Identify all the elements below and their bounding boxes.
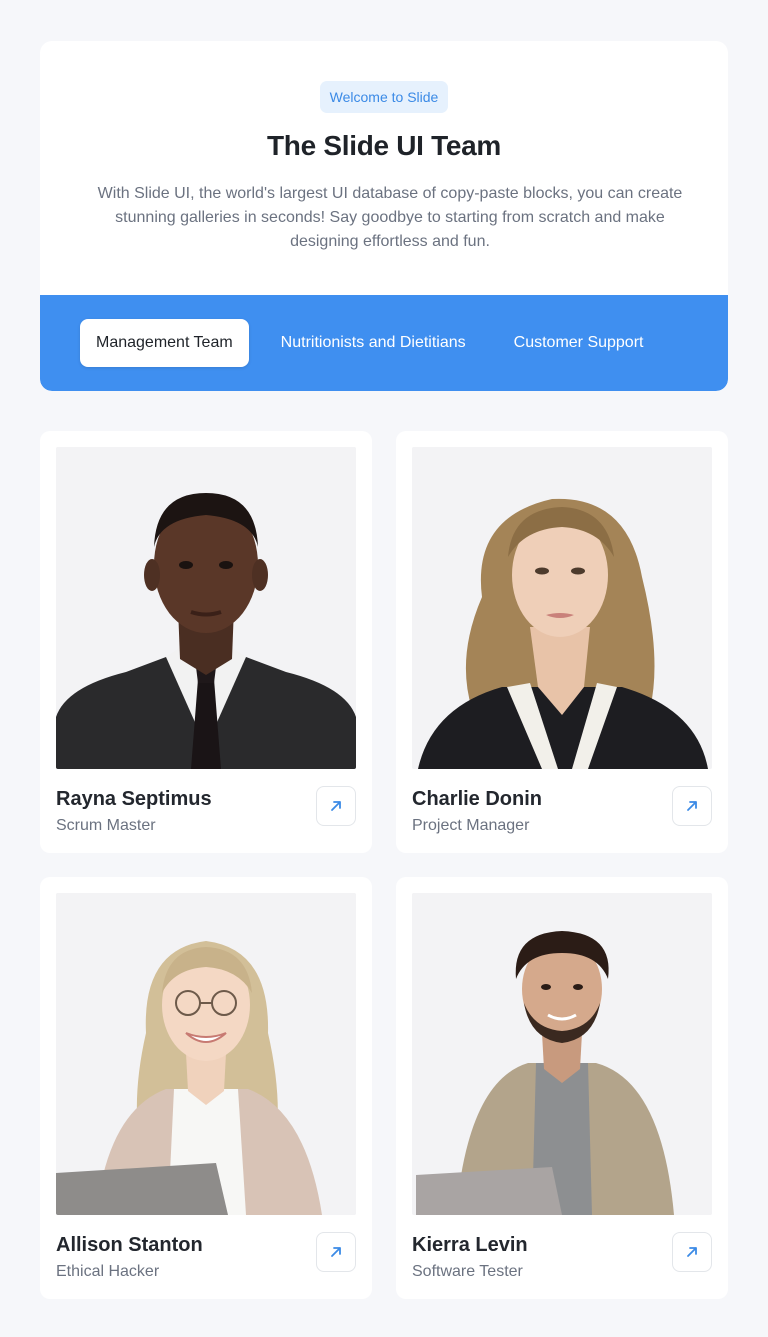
tab-nutritionists-dietitians[interactable]: Nutritionists and Dietitians (265, 319, 482, 367)
member-profile-button[interactable] (316, 786, 356, 826)
member-name: Kierra Levin (412, 1234, 528, 1256)
tab-customer-support[interactable]: Customer Support (498, 319, 660, 367)
tab-management-team[interactable]: Management Team (80, 319, 249, 367)
team-hero: Welcome to Slide The Slide UI Team With … (40, 41, 728, 391)
member-name: Allison Stanton (56, 1234, 203, 1256)
member-photo (412, 447, 712, 769)
team-member-card: Allison Stanton Ethical Hacker (40, 877, 372, 1299)
member-role: Ethical Hacker (56, 1263, 160, 1280)
member-photo (56, 893, 356, 1215)
page-description: With Slide UI, the world's largest UI da… (97, 185, 683, 250)
welcome-badge: Welcome to Slide (319, 81, 449, 113)
member-name: Rayna Septimus (56, 788, 212, 810)
member-info: Charlie Donin Project Manager (412, 769, 712, 836)
member-info: Allison Stanton Ethical Hacker (56, 1215, 356, 1282)
member-role: Scrum Master (56, 817, 156, 834)
team-tabs: Management Team Nutritionists and Dietit… (40, 295, 728, 391)
arrow-up-right-icon (687, 801, 697, 811)
team-member-card: Charlie Donin Project Manager (396, 431, 728, 853)
member-info: Rayna Septimus Scrum Master (56, 769, 356, 836)
team-member-card: Kierra Levin Software Tester (396, 877, 728, 1299)
member-profile-button[interactable] (672, 1232, 712, 1272)
team-member-card: Rayna Septimus Scrum Master (40, 431, 372, 853)
member-role: Project Manager (412, 817, 530, 834)
arrow-up-right-icon (331, 801, 341, 811)
arrow-up-right-icon (687, 1247, 697, 1257)
page: Welcome to Slide The Slide UI Team With … (0, 0, 768, 1337)
member-photo (56, 447, 356, 769)
arrow-up-right-icon (331, 1247, 341, 1257)
page-title: The Slide UI Team (267, 130, 501, 161)
member-name: Charlie Donin (412, 788, 543, 810)
member-photo (412, 893, 712, 1215)
team-grid: Rayna Septimus Scrum Master Charlie Doni… (40, 431, 728, 1299)
hero-header: Welcome to Slide The Slide UI Team With … (40, 41, 728, 295)
member-profile-button[interactable] (672, 786, 712, 826)
member-profile-button[interactable] (316, 1232, 356, 1272)
member-role: Software Tester (412, 1263, 523, 1280)
member-info: Kierra Levin Software Tester (412, 1215, 712, 1282)
